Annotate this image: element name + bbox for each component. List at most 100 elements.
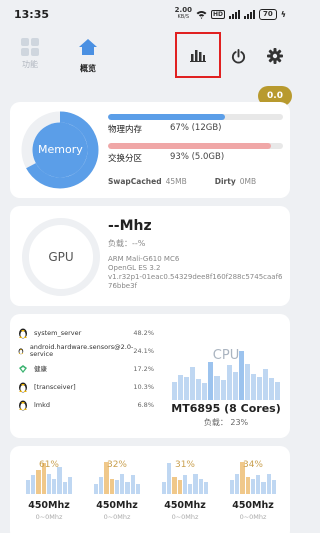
gpu-api: OpenGL ES 3.2 <box>108 264 161 272</box>
cpu-core: 32% 450Mhz 0~0Mhz <box>86 456 148 521</box>
gear-icon <box>267 48 283 64</box>
core-history-bar <box>271 480 276 494</box>
core-usage-percent: 34% <box>242 460 263 470</box>
core-history-bar <box>245 477 250 494</box>
core-usage-chart: 32% <box>94 456 140 494</box>
core-history-bar <box>67 477 72 494</box>
gpu-ring-label: GPU <box>48 250 74 264</box>
swapcached-label: SwapCached <box>108 177 162 186</box>
cpu-history-bar <box>178 374 184 400</box>
linux-icon <box>19 382 27 393</box>
signal-icon-2 <box>243 9 255 19</box>
core-usage-chart: 31% <box>162 456 208 494</box>
dirty-label: Dirty <box>214 177 236 186</box>
core-history-bar <box>188 483 193 494</box>
core-history-bar <box>36 470 41 494</box>
cpu-history-bar <box>196 379 202 400</box>
tab-features[interactable]: 功能 <box>10 38 50 70</box>
status-time: 13:35 <box>14 7 50 21</box>
core-history-bar <box>26 480 31 494</box>
gpu-load: 负载：--% <box>108 239 146 248</box>
settings-button[interactable] <box>255 36 295 76</box>
core-history-bar <box>109 478 114 494</box>
gpu-card[interactable]: GPU --Mhz 负载：--% ARM Mali-G610 MC6 OpenG… <box>10 206 290 306</box>
cpu-usage-chart: CPU <box>166 326 286 400</box>
cpu-core: 31% 450Mhz 0~0Mhz <box>154 456 216 521</box>
bar-chart-icon <box>190 50 206 62</box>
core-history-bar <box>230 480 235 494</box>
cpu-model: MT6895 (8 Cores) <box>171 402 281 415</box>
memory-card[interactable]: Memory 物理内存 67% (12GB) 交换分区 93% (5.0GB) Sw… <box>10 102 290 198</box>
core-history-bar <box>99 477 104 494</box>
cpu-history-bar <box>184 377 190 400</box>
grid-icon <box>21 38 39 56</box>
linux-icon <box>19 328 27 339</box>
core-history-bar <box>250 478 256 494</box>
process-percent: 48.2% <box>133 329 154 337</box>
cpu-cores-card[interactable]: 61% 450Mhz 0~0Mhz 32% 450Mhz 0~0Mhz 31% 450Mhz 0… <box>10 446 290 533</box>
power-icon <box>231 48 245 63</box>
ram-bar <box>108 114 283 120</box>
cpu-history-bar <box>262 368 268 400</box>
core-history-bar <box>193 473 198 494</box>
power-button[interactable] <box>218 36 258 76</box>
core-usage-percent: 61% <box>38 460 59 470</box>
ram-label: 物理内存 <box>108 125 143 135</box>
cpu-history-bar <box>172 382 178 400</box>
core-history-bar <box>235 473 240 494</box>
core-frequency: 450Mhz <box>232 500 274 511</box>
network-speed-unit: KB/S <box>177 14 190 20</box>
tab-overview-label: 概览 <box>80 64 96 73</box>
swap-details: SwapCached 45MB Dirty 0MB <box>108 177 256 186</box>
cpu-history-bar <box>190 367 196 400</box>
tab-overview[interactable]: 概览 <box>68 38 108 74</box>
cpu-card[interactable]: system_server 48.2% android.hardware.senso… <box>10 314 290 438</box>
core-frequency-range: 0~0Mhz <box>171 513 199 521</box>
cpu-history-bar <box>269 378 275 400</box>
cpu-history-bar <box>202 383 208 400</box>
core-frequency-range: 0~0Mhz <box>35 513 63 521</box>
swap-bar <box>108 143 283 149</box>
cpu-history-bar <box>208 361 214 400</box>
process-percent: 10.3% <box>133 383 154 391</box>
core-history-bar <box>261 482 266 494</box>
cpu-history-bar <box>238 350 244 400</box>
gpu-ring: GPU <box>22 218 100 296</box>
core-history-bar <box>256 475 261 494</box>
network-speed-value: 2.00 <box>174 6 192 14</box>
stats-button[interactable] <box>175 32 221 78</box>
core-frequency-range: 0~0Mhz <box>239 513 267 521</box>
charging-icon: ϟ <box>280 9 286 19</box>
swap-row: 交换分区 93% (5.0GB) <box>108 143 283 164</box>
process-row: android.hardware.sensors@2.0-service 24.1… <box>18 342 154 360</box>
core-history-bar <box>266 473 271 494</box>
ram-row: 物理内存 67% (12GB) <box>108 114 283 135</box>
process-name: android.hardware.sensors@2.0-service <box>29 343 134 358</box>
swap-value: 93% (5.0GB) <box>170 152 225 162</box>
dirty-value: 0MB <box>239 177 257 186</box>
tab-features-label: 功能 <box>22 60 38 69</box>
core-history-bar <box>94 483 99 494</box>
process-name: 健康 <box>34 364 47 373</box>
process-row: lmkd 6.8% <box>18 396 154 414</box>
process-row: system_server 48.2% <box>18 324 154 342</box>
linux-icon <box>19 400 27 411</box>
ram-value: 67% (12GB) <box>170 123 222 133</box>
cpu-history-bar <box>256 377 262 400</box>
memory-ring-label: Memory <box>38 143 83 156</box>
hd-icon: HD <box>210 9 225 19</box>
cpu-history-bar <box>214 376 220 400</box>
process-name: [transceiver] <box>34 382 76 391</box>
core-history-bar <box>198 478 203 494</box>
core-frequency: 450Mhz <box>28 500 70 511</box>
core-history-bar <box>135 483 140 494</box>
cpu-core: 61% 450Mhz 0~0Mhz <box>18 456 80 521</box>
process-list: system_server 48.2% android.hardware.senso… <box>18 324 154 414</box>
cpu-history-bar <box>275 382 281 400</box>
cpu-history-bar <box>250 373 256 400</box>
top-nav: 功能 概览 <box>0 30 300 78</box>
core-history-bar <box>125 482 130 494</box>
status-bar: 13:35 2.00 KB/S HD 70 ϟ <box>0 0 300 28</box>
home-icon <box>79 39 97 55</box>
cpu-usage-bars <box>172 340 281 400</box>
